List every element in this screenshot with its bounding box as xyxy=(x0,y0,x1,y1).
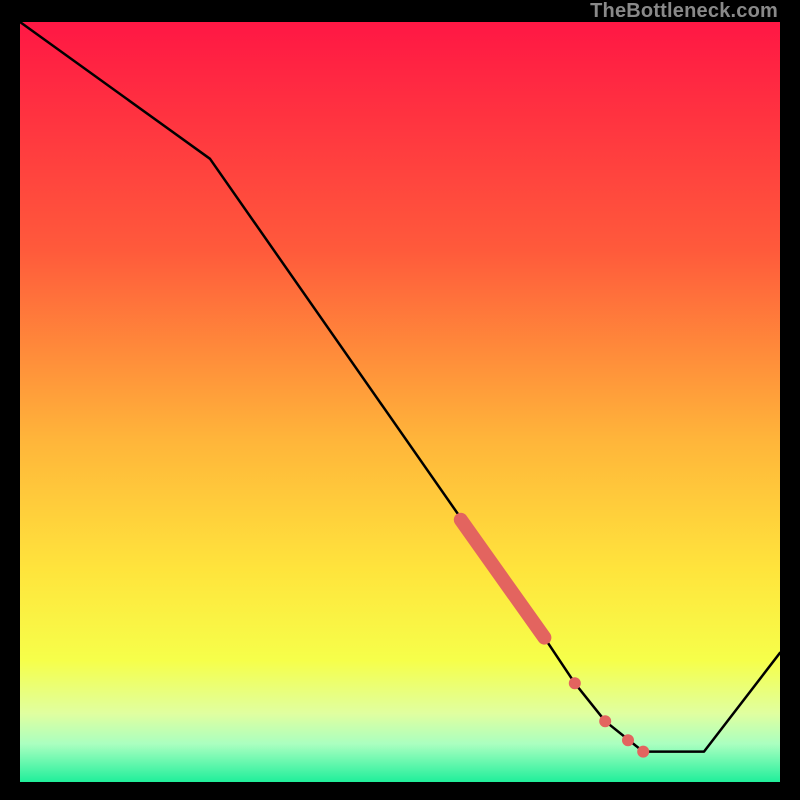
marker-dot-3 xyxy=(637,746,649,758)
marker-dot-1 xyxy=(599,715,611,727)
chart-frame xyxy=(20,22,780,782)
gradient-bg xyxy=(20,22,780,782)
marker-dot-0 xyxy=(569,677,581,689)
marker-dot-2 xyxy=(622,734,634,746)
bottleneck-chart xyxy=(20,22,780,782)
watermark-text: TheBottleneck.com xyxy=(590,0,778,23)
